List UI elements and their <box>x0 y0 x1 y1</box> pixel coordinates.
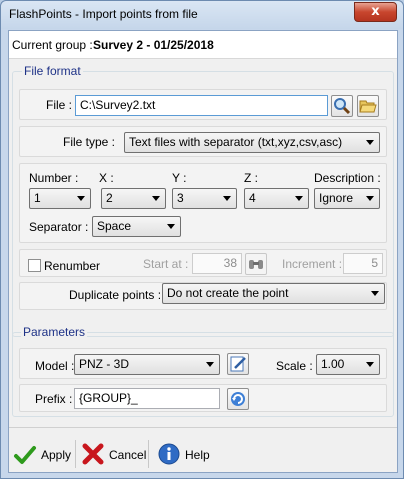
import-points-dialog: FlashPoints - Import points from file x … <box>0 0 404 479</box>
check-icon <box>14 446 36 464</box>
refresh-icon <box>231 392 245 406</box>
renumber-checkbox[interactable] <box>28 259 41 272</box>
edit-model-button[interactable] <box>227 353 249 375</box>
chevron-down-icon <box>223 196 231 201</box>
file-format-title: File format <box>22 64 83 78</box>
separator-label: Separator : <box>29 220 89 234</box>
chevron-down-icon <box>366 196 374 201</box>
model-select[interactable]: PNZ - 3D <box>74 354 220 375</box>
apply-button[interactable]: Apply <box>13 441 73 469</box>
file-type-value: Text files with separator (txt,xyz,csv,a… <box>129 135 343 149</box>
chevron-down-icon <box>371 291 379 296</box>
parameters-title: Parameters <box>21 325 88 339</box>
dialog-body: Current group : Survey 2 - 01/25/2018 Fi… <box>8 30 398 473</box>
title-bar[interactable]: FlashPoints - Import points from file x <box>1 1 403 29</box>
file-type-select[interactable]: Text files with separator (txt,xyz,csv,a… <box>124 132 380 153</box>
chevron-down-icon <box>295 196 303 201</box>
z-column-value: 4 <box>249 191 256 205</box>
cross-icon <box>82 443 104 465</box>
current-group-strip: Current group : Survey 2 - 01/25/2018 <box>9 31 397 59</box>
duplicate-points-value: Do not create the point <box>167 286 289 300</box>
separator-select[interactable]: Space <box>92 216 181 237</box>
chevron-down-icon <box>152 196 160 201</box>
cancel-button[interactable]: Cancel <box>81 441 147 469</box>
z-column-select[interactable]: 4 <box>244 188 309 209</box>
apply-label: Apply <box>41 448 72 462</box>
x-column-value: 2 <box>106 191 113 205</box>
y-column-value: 3 <box>177 191 184 205</box>
cancel-label: Cancel <box>109 448 147 462</box>
description-column-value: Ignore <box>319 191 354 205</box>
file-path-input[interactable]: C:\Survey2.txt <box>75 95 328 116</box>
model-label: Model : <box>35 359 75 373</box>
y-label: Y : <box>172 171 187 185</box>
help-button[interactable]: Help <box>157 441 217 469</box>
find-start-button[interactable] <box>245 253 267 275</box>
help-label: Help <box>185 448 210 462</box>
number-label: Number : <box>29 171 79 185</box>
prefix-input[interactable]: {GROUP}_ <box>74 388 220 409</box>
chevron-down-icon <box>366 362 374 367</box>
file-label: File : <box>46 98 73 112</box>
file-type-label: File type : <box>63 135 116 149</box>
start-at-label: Start at : <box>143 257 189 271</box>
x-label: X : <box>99 171 114 185</box>
y-column-select[interactable]: 3 <box>172 188 237 209</box>
model-value: PNZ - 3D <box>79 357 130 371</box>
prefix-label: Prefix : <box>35 392 73 406</box>
chevron-down-icon <box>206 362 214 367</box>
scale-value: 1.00 <box>321 357 345 371</box>
current-group-value: Survey 2 - 01/25/2018 <box>93 38 214 52</box>
chevron-down-icon <box>77 196 85 201</box>
reset-prefix-button[interactable] <box>227 388 249 410</box>
increment-input[interactable]: 5 <box>343 253 383 274</box>
scale-label: Scale : <box>276 359 313 373</box>
search-file-button[interactable] <box>331 95 353 117</box>
browse-folder-button[interactable] <box>357 95 379 117</box>
current-group-label: Current group : <box>12 38 93 52</box>
number-column-select[interactable]: 1 <box>29 188 91 209</box>
close-icon: x <box>371 4 380 19</box>
footer-divider <box>9 427 397 428</box>
search-icon <box>334 98 351 115</box>
info-icon <box>158 443 180 465</box>
description-column-select[interactable]: Ignore <box>314 188 380 209</box>
description-label: Description : <box>314 171 381 185</box>
close-button[interactable]: x <box>354 2 397 22</box>
chevron-down-icon <box>366 140 374 145</box>
duplicate-points-label: Duplicate points : <box>69 288 162 302</box>
number-column-value: 1 <box>34 191 41 205</box>
window-title: FlashPoints - Import points from file <box>9 7 198 21</box>
start-at-input[interactable]: 38 <box>192 253 242 274</box>
footer-separator <box>75 440 76 468</box>
renumber-label: Renumber <box>44 259 101 273</box>
duplicate-points-select[interactable]: Do not create the point <box>162 283 385 304</box>
edit-icon <box>230 356 246 372</box>
folder-open-icon <box>359 100 377 113</box>
scale-select[interactable]: 1.00 <box>316 354 380 375</box>
z-label: Z : <box>244 171 258 185</box>
increment-label: Increment : <box>282 257 343 271</box>
separator-value: Space <box>97 219 132 233</box>
footer-separator <box>148 440 149 468</box>
binoculars-icon <box>249 260 263 269</box>
chevron-down-icon <box>167 224 175 229</box>
x-column-select[interactable]: 2 <box>101 188 166 209</box>
